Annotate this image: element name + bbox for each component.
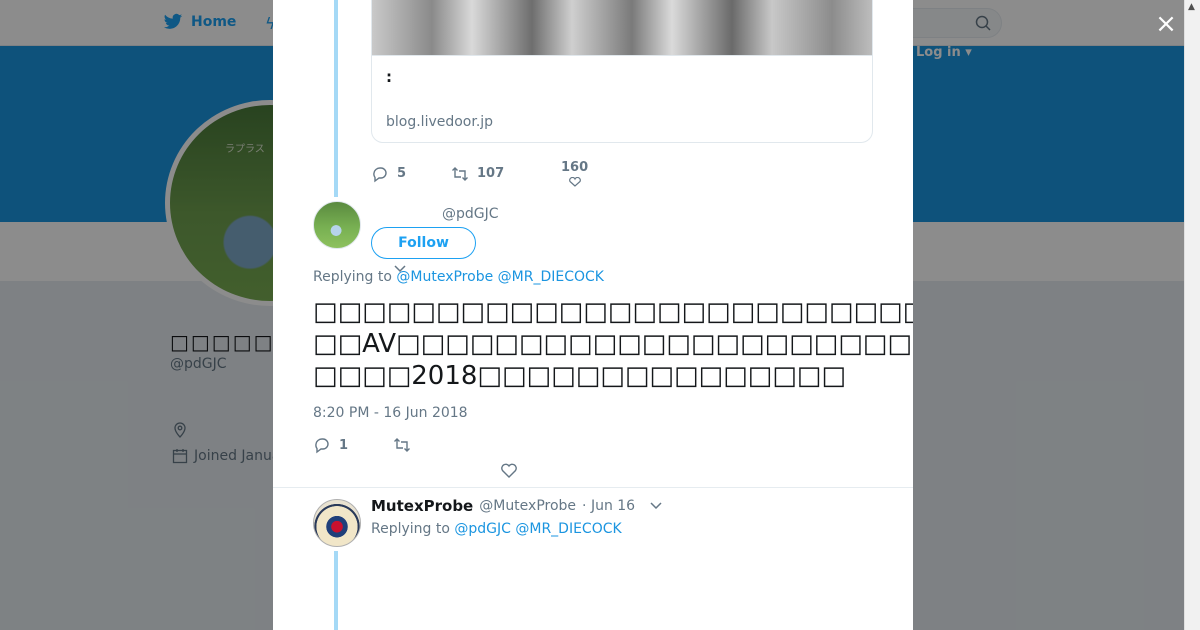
replying-prefix: Replying to — [313, 269, 392, 285]
retweet-button[interactable] — [393, 436, 411, 454]
retweet-count: 107 — [477, 166, 505, 181]
follow-button[interactable]: Follow — [371, 227, 476, 259]
replying-to: Replying to @pdGJC @MR_DIECOCK — [371, 521, 622, 537]
divider — [273, 487, 913, 488]
heart-icon — [568, 177, 581, 187]
reply-date[interactable]: · Jun 16 — [582, 498, 635, 514]
thread-line — [334, 551, 338, 630]
reply-author-handle[interactable]: @MutexProbe — [479, 498, 576, 514]
close-icon[interactable]: × — [1154, 11, 1178, 37]
tweet-text: □□□□□□□□□□□□□□□□□□□□□□□□□□□□ □□AV□□□□□□□… — [313, 297, 913, 391]
mention-link[interactable]: @MR_DIECOCK — [515, 521, 621, 537]
like-count: 160 — [561, 160, 589, 175]
tweet-modal: : blog.livedoor.jp 5 107 160 @pdGJC Foll… — [273, 0, 913, 630]
retweet-icon — [452, 166, 468, 181]
mention-link[interactable]: @pdGJC — [454, 521, 511, 537]
card-title: : — [386, 68, 392, 86]
tweet-actions: 5 107 160 — [371, 160, 588, 187]
card-image — [372, 0, 872, 56]
tweet-author-avatar[interactable] — [313, 201, 361, 249]
reply-header: MutexProbe @MutexProbe · Jun 16 — [371, 497, 635, 515]
replying-to: Replying to @MutexProbe @MR_DIECOCK — [313, 269, 604, 285]
tweet-actions: 1 — [313, 436, 411, 454]
thread-line — [334, 0, 338, 197]
reply-author-avatar[interactable] — [313, 499, 361, 547]
scrollbar[interactable]: ▲ — [1184, 0, 1200, 630]
retweet-icon — [394, 438, 410, 452]
reply-button[interactable]: 1 — [313, 436, 393, 454]
scroll-up-arrow-icon[interactable]: ▲ — [1188, 2, 1195, 12]
heart-icon[interactable] — [500, 462, 518, 480]
like-button[interactable]: 160 — [561, 160, 588, 187]
tweet-author-handle[interactable]: @pdGJC — [442, 206, 499, 222]
reply-icon — [373, 166, 387, 182]
reply-icon — [315, 438, 329, 454]
reply-count: 1 — [339, 437, 349, 453]
retweet-button[interactable]: 107 — [451, 165, 561, 183]
link-card[interactable]: : blog.livedoor.jp — [371, 0, 873, 143]
mention-link[interactable]: @MR_DIECOCK — [498, 269, 604, 285]
reply-count: 5 — [397, 166, 407, 181]
reply-button[interactable]: 5 — [371, 165, 451, 183]
replying-prefix: Replying to — [371, 521, 450, 537]
chevron-down-icon[interactable] — [649, 500, 663, 512]
mention-link[interactable]: @MutexProbe — [396, 269, 493, 285]
tweet-timestamp[interactable]: 8:20 PM - 16 Jun 2018 — [313, 405, 468, 421]
card-domain: blog.livedoor.jp — [386, 114, 494, 130]
reply-author-name[interactable]: MutexProbe — [371, 497, 473, 515]
